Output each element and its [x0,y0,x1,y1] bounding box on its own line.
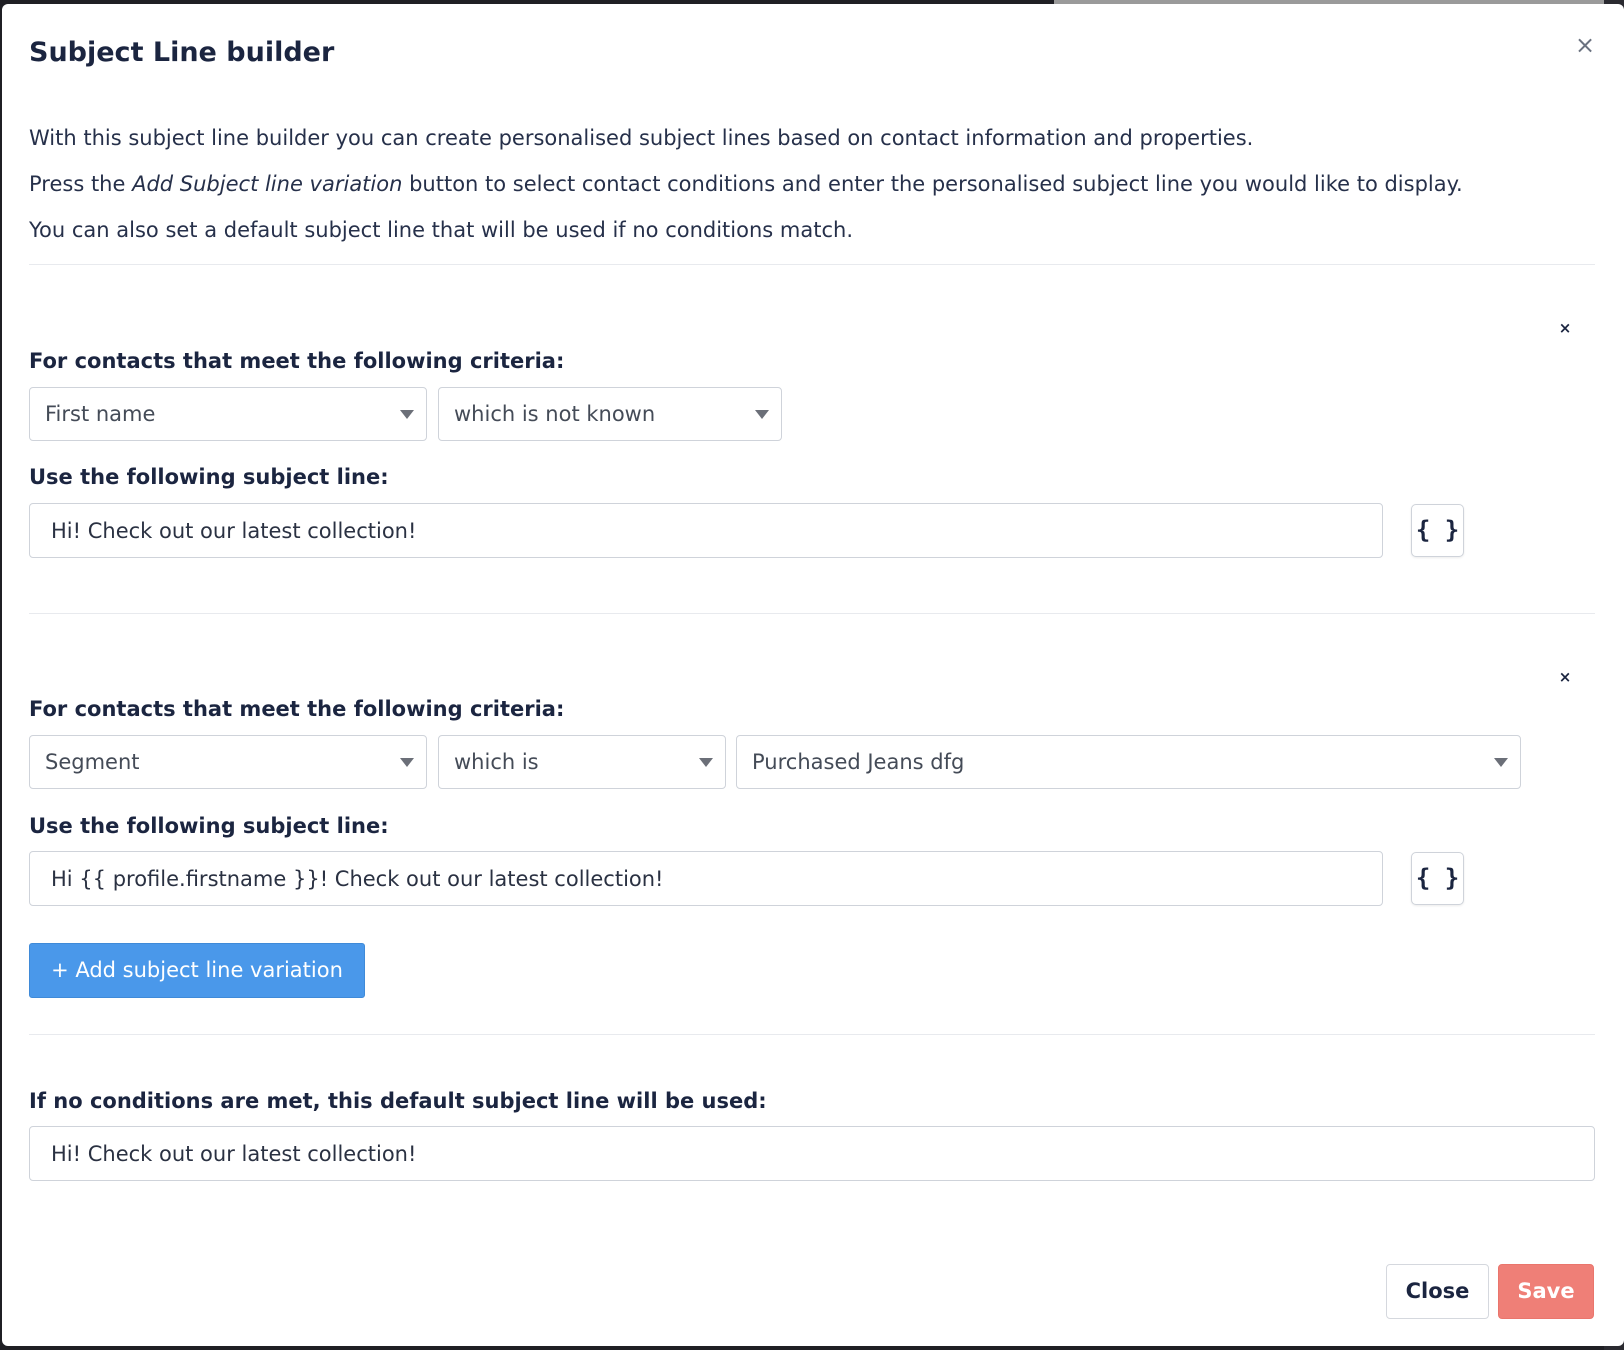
subject-input-2[interactable] [29,851,1383,906]
intro-line-3: You can also set a default subject line … [29,218,853,242]
chevron-down-icon [1494,758,1508,767]
subject-input-1[interactable] [29,503,1383,558]
field-select-1-value: First name [45,402,156,426]
default-subject-label: If no conditions are met, this default s… [29,1089,767,1113]
add-subject-line-variation-button[interactable]: + Add subject line variation [29,943,365,998]
default-subject-input[interactable] [29,1126,1595,1181]
intro-line-1: With this subject line builder you can c… [29,126,1254,150]
operator-select-2-value: which is [454,750,539,774]
save-button[interactable]: Save [1498,1264,1594,1319]
insert-variable-button-1[interactable]: { } [1411,504,1464,557]
chevron-down-icon [400,410,414,419]
subject-line-builder-modal: Subject Line builder × With this subject… [2,4,1624,1346]
intro-line-2: Press the Add Subject line variation but… [29,172,1463,196]
intro-line-2-emphasis: Add Subject line variation [132,172,403,196]
remove-variation-2-icon[interactable]: × [1555,667,1575,687]
intro-line-2-suffix: button to select contact conditions and … [402,172,1463,196]
chevron-down-icon [755,410,769,419]
close-button[interactable]: Close [1386,1264,1489,1319]
divider [29,613,1595,614]
segment-value-select-2-value: Purchased Jeans dfg [752,750,965,774]
divider [29,1034,1595,1035]
insert-variable-button-2[interactable]: { } [1411,852,1464,905]
divider [29,264,1595,265]
field-select-2[interactable]: Segment [29,735,427,789]
modal-title: Subject Line builder [29,37,335,68]
intro-line-2-prefix: Press the [29,172,133,196]
criteria-label-2: For contacts that meet the following cri… [29,697,565,721]
criteria-label-1: For contacts that meet the following cri… [29,349,565,373]
operator-select-1[interactable]: which is not known [438,387,782,441]
operator-select-1-value: which is not known [454,402,656,426]
subject-label-1: Use the following subject line: [29,465,389,489]
chevron-down-icon [400,758,414,767]
field-select-2-value: Segment [45,750,140,774]
field-select-1[interactable]: First name [29,387,427,441]
remove-variation-1-icon[interactable]: × [1555,318,1575,338]
subject-label-2: Use the following subject line: [29,814,389,838]
chevron-down-icon [699,758,713,767]
operator-select-2[interactable]: which is [438,735,726,789]
close-icon[interactable]: × [1570,30,1600,60]
segment-value-select-2[interactable]: Purchased Jeans dfg [736,735,1521,789]
